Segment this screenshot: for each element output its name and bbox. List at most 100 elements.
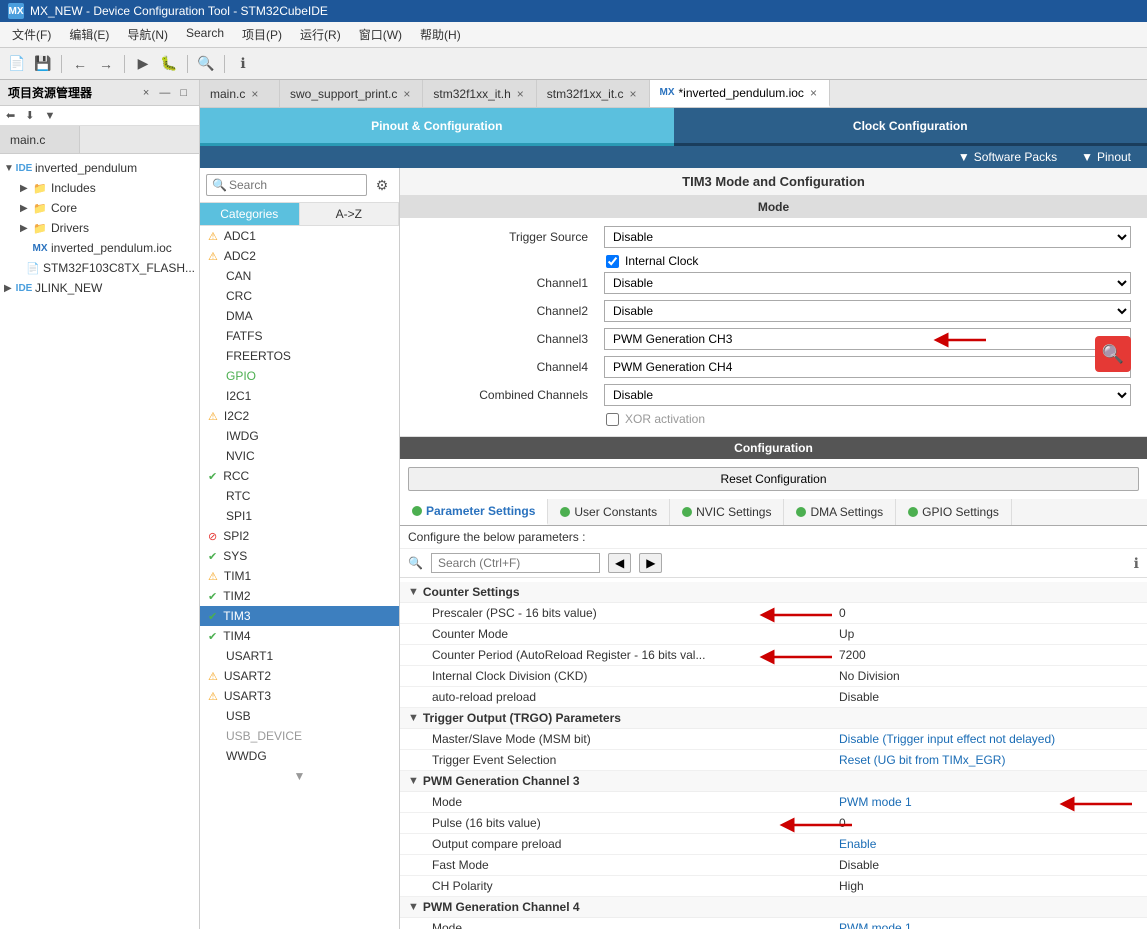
cat-item-usart2[interactable]: ⚠ USART2 (200, 666, 399, 686)
cat-item-wwdg[interactable]: WWDG (200, 746, 399, 766)
trigger-source-select[interactable]: Disable (604, 226, 1131, 248)
panel-maximize[interactable]: □ (176, 86, 191, 100)
cat-item-tim2[interactable]: ✔ TIM2 (200, 586, 399, 606)
menu-help[interactable]: 帮助(H) (412, 24, 469, 45)
menu-project[interactable]: 项目(P) (234, 24, 290, 45)
sw-packs-btn[interactable]: ▼ Software Packs (958, 150, 1057, 164)
panel-minimize[interactable]: — (155, 86, 174, 100)
cat-item-adc1[interactable]: ⚠ ADC1 (200, 226, 399, 246)
channel2-select[interactable]: Disable (604, 300, 1131, 322)
tab-main-c-close[interactable]: × (249, 87, 260, 101)
combined-channels-select[interactable]: Disable (604, 384, 1131, 406)
config-tab-clock[interactable]: Clock Configuration (674, 108, 1147, 146)
channel4-select[interactable]: PWM Generation CH4 (604, 356, 1131, 378)
toolbar-debug[interactable]: 🐛 (158, 53, 180, 75)
config-tab-pinout[interactable]: Pinout & Configuration (200, 108, 674, 146)
menu-navigate[interactable]: 导航(N) (119, 24, 176, 45)
cat-item-spi1[interactable]: SPI1 (200, 506, 399, 526)
cat-item-usb[interactable]: USB (200, 706, 399, 726)
channel3-select[interactable]: PWM Generation CH3 (604, 328, 1131, 350)
cat-item-i2c1[interactable]: I2C1 (200, 386, 399, 406)
tree-item-includes[interactable]: ▶ 📁 Includes (0, 178, 199, 198)
menu-edit[interactable]: 编辑(E) (61, 24, 117, 45)
info-icon[interactable]: ℹ (1134, 555, 1139, 572)
tab-ioc-active[interactable]: MX *inverted_pendulum.ioc × (650, 80, 830, 107)
tab-stm-h-close[interactable]: × (515, 87, 526, 101)
cat-item-adc2[interactable]: ⚠ ADC2 (200, 246, 399, 266)
panel-collapse-all[interactable]: ▼ (40, 108, 59, 123)
toolbar-search[interactable]: 🔍 (195, 53, 217, 75)
tab-swo[interactable]: swo_support_print.c × (280, 80, 423, 107)
cat-item-rtc[interactable]: RTC (200, 486, 399, 506)
group-pwm3-header[interactable]: ▼ PWM Generation Channel 3 (400, 771, 1147, 792)
menu-window[interactable]: 窗口(W) (351, 24, 410, 45)
cat-btn-az[interactable]: A->Z (300, 203, 400, 225)
tree-item-project[interactable]: ▼ IDE inverted_pendulum (0, 158, 199, 178)
cat-item-can[interactable]: CAN (200, 266, 399, 286)
param-next-btn[interactable]: ▶ (639, 553, 662, 573)
cat-item-iwdg[interactable]: IWDG (200, 426, 399, 446)
tab-stm-h[interactable]: stm32f1xx_it.h × (423, 80, 536, 107)
config-gear-btn[interactable]: ⚙ (371, 174, 393, 196)
toolbar-run[interactable]: ▶ (132, 53, 154, 75)
tab-swo-close[interactable]: × (401, 87, 412, 101)
param-search-input[interactable] (431, 553, 600, 573)
param-tab-nvic[interactable]: NVIC Settings (670, 499, 784, 525)
pinout-btn[interactable]: ▼ Pinout (1081, 150, 1131, 164)
tree-item-jlink[interactable]: ▶ IDE JLINK_NEW (0, 278, 199, 298)
cat-label-adc1: ADC1 (224, 229, 256, 243)
param-tab-user[interactable]: User Constants (548, 499, 670, 525)
panel-forward-btn[interactable]: ⬇ (21, 108, 38, 123)
cat-item-sys[interactable]: ✔ SYS (200, 546, 399, 566)
cat-item-freertos[interactable]: FREERTOS (200, 346, 399, 366)
toolbar-back[interactable]: ← (69, 53, 91, 75)
toolbar-info[interactable]: ℹ (232, 53, 254, 75)
param-prev-btn[interactable]: ◀ (608, 553, 631, 573)
panel-collapse[interactable]: × (139, 86, 153, 100)
cat-item-rcc[interactable]: ✔ RCC (200, 466, 399, 486)
param-tab-gpio[interactable]: GPIO Settings (896, 499, 1012, 525)
cat-item-dma[interactable]: DMA (200, 306, 399, 326)
menu-file[interactable]: 文件(F) (4, 24, 59, 45)
tab-main-c[interactable]: main.c (0, 126, 80, 153)
tab-stm-c[interactable]: stm32f1xx_it.c × (537, 80, 650, 107)
channel2-label: Channel2 (416, 304, 596, 318)
cat-item-tim3[interactable]: ✔ TIM3 (200, 606, 399, 626)
internal-clock-checkbox[interactable] (606, 255, 619, 268)
menu-run[interactable]: 运行(R) (292, 24, 349, 45)
panel-back-btn[interactable]: ⬅ (2, 108, 19, 123)
cat-item-usart3[interactable]: ⚠ USART3 (200, 686, 399, 706)
xor-checkbox[interactable] (606, 413, 619, 426)
search-overlay-btn[interactable]: 🔍 (1095, 336, 1131, 372)
tab-stm-c-close[interactable]: × (628, 87, 639, 101)
tree-item-flash[interactable]: 📄 STM32F103C8TX_FLASH... (0, 258, 199, 278)
cat-btn-categories[interactable]: Categories (200, 203, 300, 225)
param-tab-dma[interactable]: DMA Settings (784, 499, 896, 525)
tab-main-c-top[interactable]: main.c × (200, 80, 280, 107)
toolbar-new[interactable]: 📄 (6, 53, 28, 75)
tree-item-drivers[interactable]: ▶ 📁 Drivers (0, 218, 199, 238)
cat-item-spi2[interactable]: ⊘ SPI2 (200, 526, 399, 546)
group-pwm4-header[interactable]: ▼ PWM Generation Channel 4 (400, 897, 1147, 918)
reset-config-btn[interactable]: Reset Configuration (408, 467, 1139, 491)
toolbar-save[interactable]: 💾 (32, 53, 54, 75)
cat-item-tim1[interactable]: ⚠ TIM1 (200, 566, 399, 586)
channel1-select[interactable]: Disable (604, 272, 1131, 294)
cat-item-usart1[interactable]: USART1 (200, 646, 399, 666)
tree-item-ioc[interactable]: MX inverted_pendulum.ioc (0, 238, 199, 258)
cat-item-gpio[interactable]: GPIO (200, 366, 399, 386)
group-trgo-header[interactable]: ▼ Trigger Output (TRGO) Parameters (400, 708, 1147, 729)
cat-item-fatfs[interactable]: FATFS (200, 326, 399, 346)
cat-item-tim4[interactable]: ✔ TIM4 (200, 626, 399, 646)
menu-search[interactable]: Search (178, 24, 232, 45)
param-tab-parameter[interactable]: Parameter Settings (400, 499, 548, 525)
cat-item-nvic[interactable]: NVIC (200, 446, 399, 466)
group-counter-settings-header[interactable]: ▼ Counter Settings (400, 582, 1147, 603)
tree-item-core[interactable]: ▶ 📁 Core (0, 198, 199, 218)
tab-ioc-close[interactable]: × (808, 86, 819, 100)
category-search-input[interactable] (206, 174, 367, 196)
cat-item-crc[interactable]: CRC (200, 286, 399, 306)
toolbar-forward[interactable]: → (95, 53, 117, 75)
cat-item-i2c2[interactable]: ⚠ I2C2 (200, 406, 399, 426)
cat-item-usbdevice[interactable]: USB_DEVICE (200, 726, 399, 746)
